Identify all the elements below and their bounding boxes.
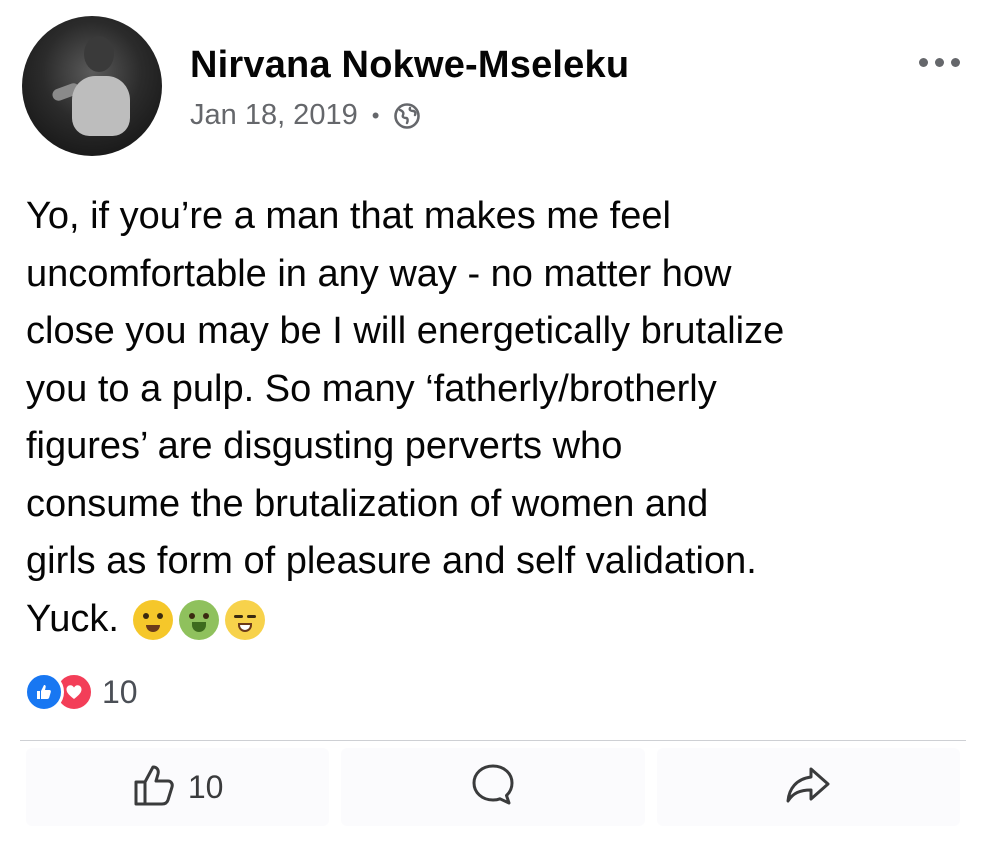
post-body-yuck: Yuck. — [26, 597, 119, 640]
reaction-summary[interactable]: 10 — [24, 672, 138, 712]
comment-icon — [469, 761, 517, 814]
post-header: Nirvana Nokwe-Mseleku Jan 18, 2019 • — [22, 16, 629, 156]
post-date[interactable]: Jan 18, 2019 — [190, 99, 358, 132]
comment-button[interactable] — [341, 748, 645, 826]
facebook-post: Nirvana Nokwe-Mseleku Jan 18, 2019 • Yo,… — [0, 0, 986, 844]
post-body-line: you to a pulp. So many ‘fatherly/brother… — [26, 367, 717, 410]
post-body-line: uncomfortable in any way - no matter how — [26, 252, 732, 295]
post-body-line: Yo, if you’re a man that makes me feel — [26, 195, 671, 237]
share-button[interactable] — [656, 748, 960, 826]
like-button[interactable]: 10 — [26, 748, 330, 826]
thumbs-up-icon — [132, 762, 182, 813]
avatar[interactable] — [22, 16, 162, 156]
action-bar: 10 — [20, 748, 966, 826]
post-meta: Nirvana Nokwe-Mseleku Jan 18, 2019 • — [190, 44, 629, 132]
post-body-line: consume the brutalization of women and — [26, 482, 709, 525]
author-name[interactable]: Nirvana Nokwe-Mseleku — [190, 44, 629, 87]
meta-separator: • — [371, 102, 380, 128]
tired-face-emoji — [224, 600, 265, 641]
reaction-count: 10 — [102, 673, 138, 710]
woozy-face-emoji — [132, 600, 173, 641]
action-divider — [20, 740, 966, 741]
emoji-row — [132, 600, 265, 641]
post-body-line: girls as form of pleasure and self valid… — [26, 540, 757, 582]
post-subline: Jan 18, 2019 • — [190, 99, 629, 132]
post-body-line: close you may be I will energetically br… — [26, 310, 785, 352]
post-body: Yo, if you’re a man that makes me feel u… — [26, 188, 966, 648]
more-options-icon[interactable] — [919, 58, 960, 67]
post-body-line: figures’ are disgusting perverts who — [26, 425, 623, 467]
nauseated-face-emoji — [178, 600, 219, 641]
post-body-last-line: Yuck. — [26, 591, 966, 649]
share-arrow-icon — [784, 763, 832, 812]
like-count: 10 — [187, 768, 224, 805]
globe-icon — [393, 102, 421, 130]
like-reaction-icon — [24, 672, 64, 712]
